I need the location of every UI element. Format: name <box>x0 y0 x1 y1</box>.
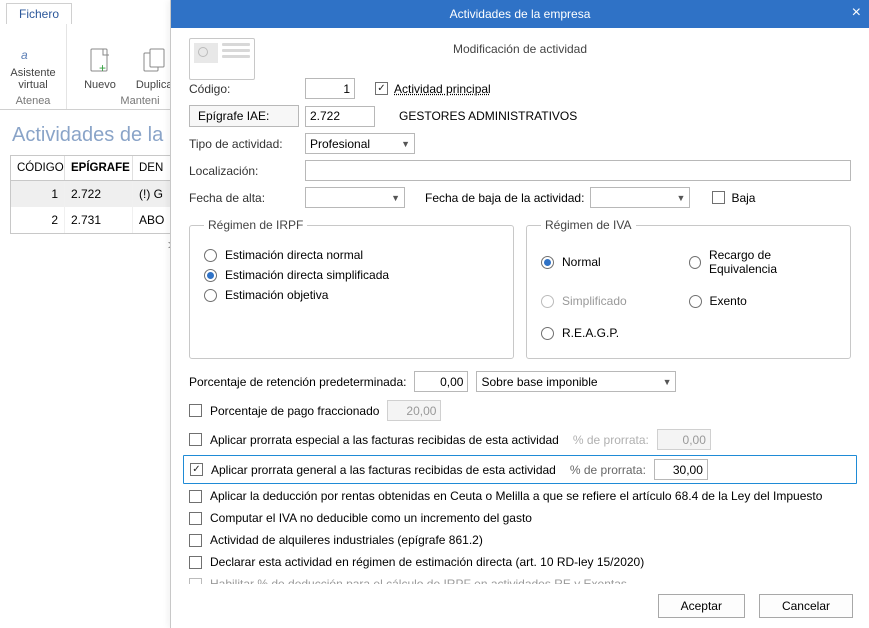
habilitar-deduccion-label: Habilitar % de deducción para el cálculo… <box>210 577 627 584</box>
irpf-ed-simplificada-radio[interactable] <box>204 269 217 282</box>
tipo-actividad-label: Tipo de actividad: <box>189 137 299 151</box>
assistant-icon: a <box>19 37 47 65</box>
table-row[interactable]: 1 2.722 (!) G <box>11 181 179 207</box>
fecha-baja-label: Fecha de baja de la actividad: <box>425 191 584 205</box>
alquileres-checkbox[interactable] <box>189 534 202 547</box>
iva-reagp-radio[interactable] <box>541 327 554 340</box>
tipo-actividad-select[interactable]: Profesional▼ <box>305 133 415 154</box>
table-row[interactable]: 2 2.731 ABO <box>11 207 179 233</box>
dialog-subtitle: Modificación de actividad <box>189 42 851 56</box>
modify-activity-dialog: Actividades de la empresa × Modificación… <box>170 0 869 628</box>
regimen-irpf-legend: Régimen de IRPF <box>204 218 307 232</box>
prorrata-especial-checkbox[interactable] <box>189 433 202 446</box>
epigrafe-iae-button[interactable]: Epígrafe IAE: <box>189 105 299 127</box>
accept-button[interactable]: Aceptar <box>658 594 745 618</box>
chevron-down-icon: ▼ <box>391 193 400 203</box>
prorrata-especial-label: Aplicar prorrata especial a las facturas… <box>210 433 559 447</box>
regimen-iva-legend: Régimen de IVA <box>541 218 636 232</box>
prorrata-general-checkbox[interactable] <box>190 463 203 476</box>
prorrata-especial-input <box>657 429 711 450</box>
actividad-principal-label: Actividad principal <box>394 82 491 96</box>
prorrata-pct-label: % de prorrata: <box>570 463 646 477</box>
col-header-codigo[interactable]: CÓDIGO <box>11 156 65 180</box>
habilitar-deduccion-checkbox <box>189 578 202 585</box>
fecha-baja-input[interactable]: ▼ <box>590 187 690 208</box>
svg-text:a: a <box>21 48 28 62</box>
ribbon-group-label: Atenea <box>16 95 51 107</box>
fecha-alta-input[interactable]: ▼ <box>305 187 405 208</box>
iva-exento-radio[interactable] <box>689 295 702 308</box>
epigrafe-input[interactable] <box>305 106 375 127</box>
pago-fraccionado-label: Porcentaje de pago fraccionado <box>210 404 379 418</box>
retencion-base-select[interactable]: Sobre base imponible▼ <box>476 371 676 392</box>
new-file-icon: + <box>87 47 113 77</box>
declarar-ed-label: Declarar esta actividad en régimen de es… <box>210 555 644 569</box>
iva-recargo-radio[interactable] <box>689 256 701 269</box>
ribbon-nuevo[interactable]: + Nuevo <box>75 47 125 91</box>
cancel-button[interactable]: Cancelar <box>759 594 853 618</box>
pago-fraccionado-input <box>387 400 441 421</box>
regimen-iva-group: Régimen de IVA Normal Recargo de Equival… <box>526 218 851 359</box>
retencion-input[interactable] <box>414 371 468 392</box>
duplicate-icon <box>141 47 171 77</box>
ceuta-melilla-checkbox[interactable] <box>189 490 202 503</box>
iva-no-deducible-checkbox[interactable] <box>189 512 202 525</box>
retencion-label: Porcentaje de retención predeterminada: <box>189 375 406 389</box>
svg-text:+: + <box>99 61 106 75</box>
dialog-title: Actividades de la empresa <box>450 7 591 21</box>
localizacion-input[interactable] <box>305 160 851 181</box>
declarar-ed-checkbox[interactable] <box>189 556 202 569</box>
prorrata-general-input[interactable] <box>654 459 708 480</box>
thumbnail-icon <box>189 38 255 80</box>
actividad-principal-checkbox[interactable] <box>375 82 388 95</box>
ribbon-asistente-virtual[interactable]: a Asistente virtual <box>8 37 58 91</box>
dialog-titlebar: Actividades de la empresa × <box>171 0 869 28</box>
alquileres-label: Actividad de alquileres industriales (ep… <box>210 533 483 547</box>
ceuta-melilla-label: Aplicar la deducción por rentas obtenida… <box>210 489 822 503</box>
chevron-down-icon: ▼ <box>401 139 410 149</box>
irpf-objetiva-radio[interactable] <box>204 289 217 302</box>
localizacion-label: Localización: <box>189 164 299 178</box>
activities-table: CÓDIGO EPÍGRAFE DEN 1 2.722 (!) G 2 2.73… <box>10 155 180 234</box>
codigo-label: Código: <box>189 82 299 96</box>
pago-fraccionado-checkbox[interactable] <box>189 404 202 417</box>
regimen-irpf-group: Régimen de IRPF Estimación directa norma… <box>189 218 514 359</box>
table-header: CÓDIGO EPÍGRAFE DEN <box>11 156 179 181</box>
iva-no-deducible-label: Computar el IVA no deducible como un inc… <box>210 511 532 525</box>
iva-normal-radio[interactable] <box>541 256 554 269</box>
tab-fichero[interactable]: Fichero <box>6 3 72 24</box>
codigo-input[interactable] <box>305 78 355 99</box>
col-header-epigrafe[interactable]: EPÍGRAFE <box>65 156 133 180</box>
prorrata-general-label: Aplicar prorrata general a las facturas … <box>211 463 556 477</box>
irpf-ed-normal-radio[interactable] <box>204 249 217 262</box>
close-icon[interactable]: × <box>852 4 861 22</box>
iva-simplificado-radio <box>541 295 554 308</box>
prorrata-pct-label: % de prorrata: <box>573 433 649 447</box>
chevron-down-icon: ▼ <box>663 377 672 387</box>
epigrafe-description: GESTORES ADMINISTRATIVOS <box>399 109 577 123</box>
chevron-down-icon: ▼ <box>677 193 686 203</box>
fecha-alta-label: Fecha de alta: <box>189 191 299 205</box>
ribbon-group-label: Manteni <box>120 95 159 107</box>
baja-checkbox[interactable] <box>712 191 725 204</box>
baja-label: Baja <box>731 191 755 205</box>
